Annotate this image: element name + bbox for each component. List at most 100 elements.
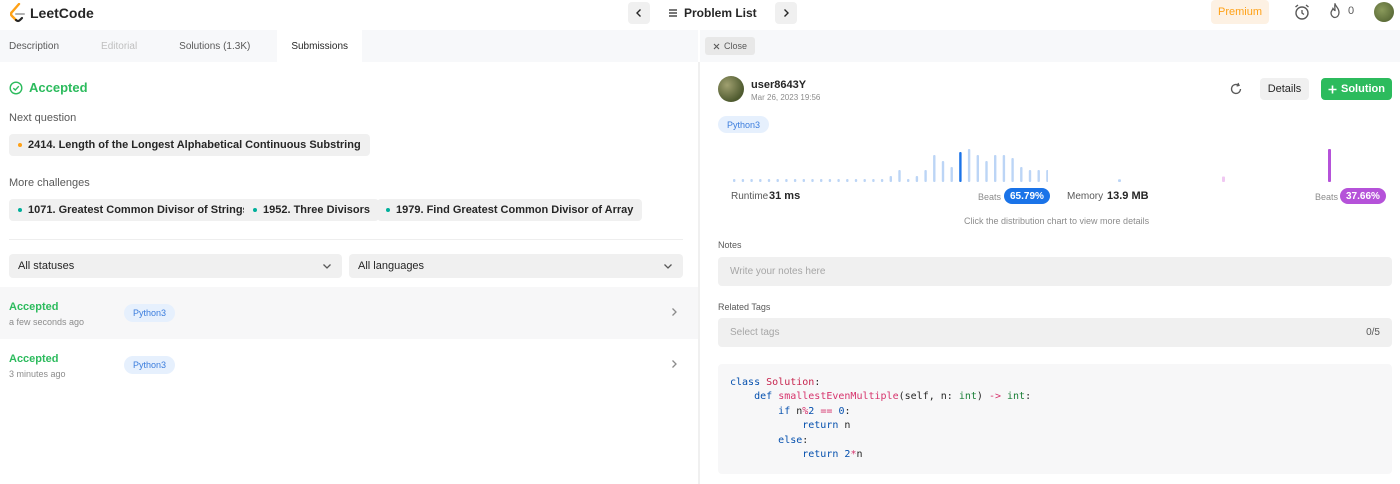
distribution-bar[interactable] bbox=[889, 176, 892, 182]
runtime-distribution-chart[interactable] bbox=[728, 140, 1048, 185]
distribution-bar[interactable] bbox=[880, 179, 884, 182]
status-filter-value: All statuses bbox=[18, 260, 75, 272]
challenge-link[interactable]: 1071. Greatest Common Divisor of Strings bbox=[9, 199, 258, 221]
alarm-clock-icon[interactable] bbox=[1293, 3, 1311, 21]
distribution-bar[interactable] bbox=[941, 161, 945, 182]
check-circle-icon bbox=[9, 80, 23, 95]
submission-row[interactable]: Accepted 3 minutes ago Python3 bbox=[0, 339, 698, 391]
distribution-bar[interactable] bbox=[950, 167, 953, 182]
problem-list-button[interactable]: Problem List bbox=[656, 6, 769, 20]
tab-solutions[interactable]: Solutions (1.3K) bbox=[170, 30, 259, 62]
result-status-label: Accepted bbox=[29, 80, 88, 95]
distribution-bar[interactable] bbox=[976, 155, 979, 182]
distribution-bar[interactable] bbox=[1328, 149, 1331, 182]
distribution-bar[interactable] bbox=[907, 179, 910, 182]
tab-editorial[interactable]: Editorial bbox=[92, 30, 146, 62]
refresh-icon[interactable] bbox=[1229, 82, 1243, 96]
distribution-bar[interactable] bbox=[1037, 170, 1040, 182]
prev-problem-button[interactable] bbox=[628, 2, 650, 24]
details-button[interactable]: Details bbox=[1260, 78, 1309, 100]
chevron-right-icon bbox=[672, 308, 677, 316]
distribution-bar[interactable] bbox=[1046, 170, 1048, 182]
runtime-beats-label: Beats bbox=[978, 192, 1002, 202]
distribution-bar[interactable] bbox=[785, 179, 788, 182]
memory-value: 13.9 MB bbox=[1107, 190, 1149, 202]
streak-counter[interactable]: 0 bbox=[1328, 3, 1354, 19]
submitter-avatar[interactable] bbox=[718, 76, 744, 102]
related-tags-label: Related Tags bbox=[718, 302, 771, 312]
language-filter-select[interactable]: All languages bbox=[349, 254, 683, 278]
tab-submissions[interactable]: Submissions bbox=[277, 30, 363, 62]
runtime-value: 31 ms bbox=[769, 190, 801, 202]
language-badge: Python3 bbox=[718, 116, 770, 133]
premium-button[interactable]: Premium bbox=[1211, 0, 1269, 24]
notes-input[interactable]: Write your notes here bbox=[718, 257, 1392, 286]
list-icon bbox=[669, 9, 677, 17]
distribution-bar[interactable] bbox=[733, 179, 736, 182]
distribution-bar[interactable] bbox=[741, 179, 745, 182]
submitter-username[interactable]: user8643Y bbox=[751, 79, 806, 91]
memory-distribution-chart[interactable] bbox=[1110, 140, 1350, 185]
code-viewer[interactable]: class Solution: def smallestEvenMultiple… bbox=[718, 364, 1392, 474]
memory-beats-label: Beats bbox=[1315, 192, 1339, 202]
difficulty-dot-medium bbox=[18, 143, 22, 147]
chevron-down-icon bbox=[664, 264, 672, 269]
status-filter-select[interactable]: All statuses bbox=[9, 254, 342, 278]
tags-placeholder: Select tags bbox=[730, 327, 780, 338]
distribution-bar[interactable] bbox=[872, 179, 875, 182]
difficulty-dot-easy bbox=[18, 208, 22, 212]
distribution-bar[interactable] bbox=[1011, 158, 1014, 182]
distribution-bar[interactable] bbox=[959, 152, 962, 182]
section-divider bbox=[9, 239, 683, 240]
pane-divider[interactable] bbox=[698, 62, 700, 484]
distribution-bar[interactable] bbox=[811, 179, 814, 182]
next-question-link[interactable]: 2414. Length of the Longest Alphabetical… bbox=[9, 134, 370, 156]
distribution-bar[interactable] bbox=[933, 155, 936, 182]
user-avatar[interactable] bbox=[1374, 2, 1394, 22]
chevron-left-icon bbox=[636, 9, 641, 17]
chart-hint: Click the distribution chart to view mor… bbox=[964, 216, 1150, 226]
distribution-bar[interactable] bbox=[967, 149, 971, 182]
distribution-bar[interactable] bbox=[776, 179, 779, 182]
submission-status[interactable]: Accepted bbox=[9, 353, 59, 365]
submission-row[interactable]: Accepted a few seconds ago Python3 bbox=[0, 287, 698, 339]
logo[interactable]: LeetCode bbox=[10, 3, 94, 23]
challenge-link[interactable]: 1979. Find Greatest Common Divisor of Ar… bbox=[377, 199, 643, 221]
detail-header: Close bbox=[700, 30, 1400, 62]
distribution-bar[interactable] bbox=[767, 179, 771, 182]
distribution-bar[interactable] bbox=[846, 179, 849, 182]
close-button[interactable]: Close bbox=[705, 37, 756, 55]
distribution-bar[interactable] bbox=[750, 179, 753, 182]
code-line: return 2*n bbox=[802, 449, 863, 461]
challenge-title: 1979. Find Greatest Common Divisor of Ar… bbox=[396, 204, 634, 216]
distribution-bar[interactable] bbox=[802, 179, 805, 182]
next-problem-button[interactable] bbox=[774, 2, 797, 24]
distribution-bar[interactable] bbox=[1028, 170, 1032, 182]
distribution-bar[interactable] bbox=[985, 161, 988, 182]
distribution-bar[interactable] bbox=[854, 179, 858, 182]
distribution-bar[interactable] bbox=[820, 179, 823, 182]
distribution-bar[interactable] bbox=[837, 179, 840, 182]
memory-beats-badge: 37.66% bbox=[1340, 188, 1386, 204]
distribution-bar[interactable] bbox=[1002, 155, 1006, 182]
left-tab-bar: Description Editorial Solutions (1.3K) S… bbox=[0, 30, 698, 62]
brand-name: LeetCode bbox=[30, 5, 94, 21]
tab-description[interactable]: Description bbox=[0, 30, 68, 62]
distribution-bar[interactable] bbox=[1118, 179, 1121, 182]
distribution-bar[interactable] bbox=[863, 179, 866, 182]
distribution-bar[interactable] bbox=[759, 179, 762, 182]
related-tags-select[interactable]: Select tags 0/5 bbox=[718, 318, 1392, 347]
distribution-bar[interactable] bbox=[828, 179, 832, 182]
distribution-bar[interactable] bbox=[793, 179, 797, 182]
distribution-bar[interactable] bbox=[898, 170, 901, 182]
distribution-bar[interactable] bbox=[915, 176, 919, 182]
chevron-right-icon bbox=[672, 360, 677, 368]
close-icon bbox=[713, 43, 720, 49]
submission-status[interactable]: Accepted bbox=[9, 301, 59, 313]
post-solution-button[interactable]: Solution bbox=[1321, 78, 1392, 100]
distribution-bar[interactable] bbox=[924, 170, 927, 182]
challenge-link[interactable]: 1952. Three Divisors bbox=[244, 199, 380, 221]
distribution-bar[interactable] bbox=[1020, 167, 1023, 182]
distribution-bar[interactable] bbox=[994, 155, 997, 182]
distribution-bar[interactable] bbox=[1222, 176, 1225, 183]
